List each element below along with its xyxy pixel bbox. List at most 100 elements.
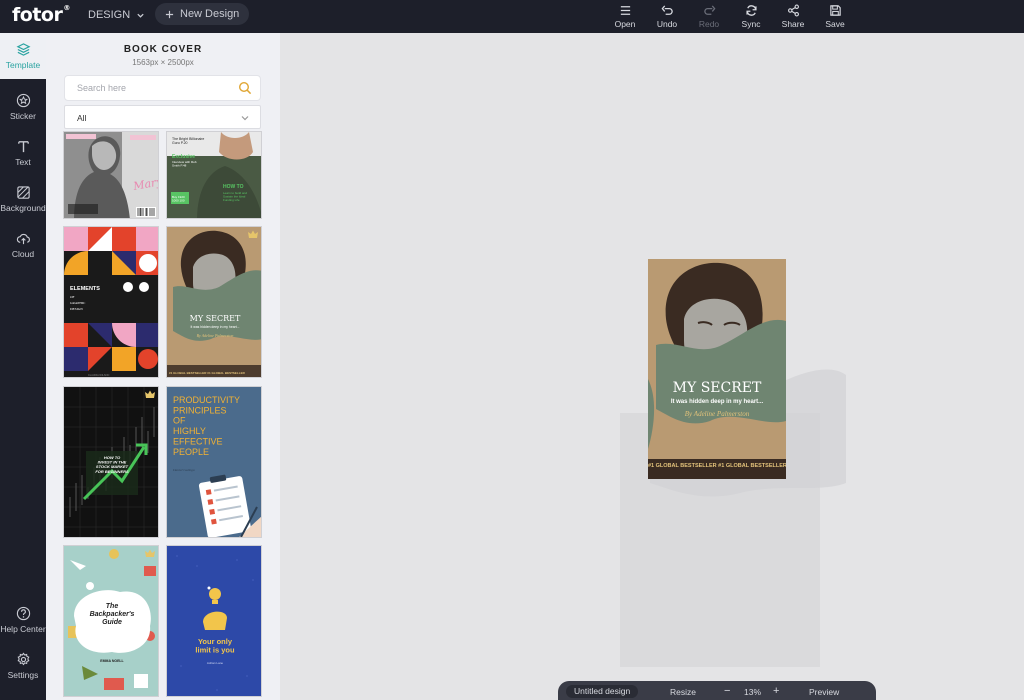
category-select-value: All <box>77 113 87 123</box>
rail-item-cloud[interactable]: Cloud <box>0 222 46 268</box>
premium-crown-icon <box>248 230 258 238</box>
rail-label-help-center: Help Center <box>0 624 46 634</box>
category-select[interactable]: All <box>64 105 261 129</box>
panel-title: BOOK COVER <box>123 44 203 55</box>
gear-icon <box>17 652 29 666</box>
design-menu[interactable]: DESIGN <box>88 9 145 21</box>
rail-label-background: Background <box>0 203 46 213</box>
rail-label-text: Text <box>15 157 31 167</box>
share-icon <box>787 4 799 17</box>
left-rail: Template Sticker Text Background Cloud H… <box>0 33 46 700</box>
template-3-art: ELEMENTS OF GRAPHIC DESIGN CLAUDIA WILSO… <box>64 227 158 377</box>
search-box <box>64 75 261 101</box>
template-3-title: ELEMENTS <box>70 286 100 292</box>
share-button[interactable]: Share <box>772 0 814 33</box>
design-menu-label: DESIGN <box>88 9 131 21</box>
premium-crown-icon <box>145 390 155 398</box>
rail-label-settings: Settings <box>7 670 39 680</box>
fotor-logo[interactable]: fotor® <box>12 4 70 26</box>
template-3-sub-1: OF <box>70 295 75 299</box>
rail-item-settings[interactable]: Settings <box>0 643 46 689</box>
sync-label: Sync <box>741 19 761 29</box>
template-8-art: Your only limit is you Adrian Lane <box>167 546 261 696</box>
template-2-badge: Buy 1920 1000 100 <box>172 195 185 202</box>
template-thumbnail-my-secret[interactable]: MY SECRET It was hidden deep in my heart… <box>166 226 262 378</box>
template-thumbnail-your-only-limit[interactable]: Your only limit is you Adrian Lane <box>166 545 262 697</box>
template-4-subtitle: It was hidden deep in my heart... <box>190 325 239 329</box>
menu-icon <box>620 6 630 15</box>
undo-button[interactable]: Undo <box>646 0 688 33</box>
open-button[interactable]: Open <box>604 0 646 33</box>
resize-button[interactable]: Resize <box>670 687 696 697</box>
template-5-art: HOW TO INVEST IN THE STOCK MARKET FOR BEGIN… <box>64 387 158 537</box>
save-icon <box>829 5 841 16</box>
rail-item-help-center[interactable]: Help Center <box>0 597 46 643</box>
zoom-level: 13% <box>744 687 762 697</box>
new-design-button[interactable]: New Design <box>155 3 250 25</box>
cloud-upload-icon <box>16 233 30 245</box>
zoom-out-button[interactable]: − <box>724 685 730 697</box>
open-label: Open <box>614 19 636 29</box>
template-thumbnail-stock-market[interactable]: HOW TO INVEST IN THE STOCK MARKET FOR BEGIN… <box>63 386 159 538</box>
template-thumbnail-productivity-principles[interactable]: PRODUCTIVITY PRINCIPLES OF HIGHLY EFFECTIVE P… <box>166 386 262 538</box>
undo-label: Undo <box>656 19 678 29</box>
chevron-down-icon <box>241 116 249 121</box>
search-input[interactable] <box>77 76 237 100</box>
bottom-bar: Untitled design Resize − 13% + Preview <box>558 681 876 700</box>
undo-icon <box>661 5 673 15</box>
premium-crown-icon <box>145 549 155 557</box>
toolbar-actions: Open Undo Redo Sync Share Save <box>604 0 856 33</box>
template-panel: BOOK COVER 1563px × 2500px All Mary Gree… <box>46 33 280 700</box>
share-label: Share <box>781 19 805 29</box>
search-icon[interactable] <box>238 81 252 95</box>
rail-item-text[interactable]: Text <box>0 130 46 176</box>
template-7-art: The Backpacker's Guide EMMA NOELL <box>64 546 158 696</box>
rail-item-background[interactable]: Background <box>0 176 46 222</box>
artboard-art <box>648 259 786 479</box>
template-8-author: Adrian Lane <box>207 661 224 665</box>
rail-label-cloud: Cloud <box>11 249 35 259</box>
artboard-banner[interactable]: #1 GLOBAL BESTSELLER #1 GLOBAL BESTSELLE… <box>648 463 786 469</box>
template-thumbnail-magazine[interactable]: The Bright Billionaire Guru P.20 Exclusiv… <box>166 131 262 219</box>
template-4-art: MY SECRET It was hidden deep in my heart… <box>167 227 261 377</box>
text-icon <box>17 141 29 153</box>
star-icon <box>16 93 30 108</box>
rail-item-template[interactable]: Template <box>0 33 46 79</box>
top-bar: fotor® DESIGN New Design Open Undo Redo … <box>0 0 1024 33</box>
zoom-in-button[interactable]: + <box>773 685 779 697</box>
new-design-label: New Design <box>180 8 240 20</box>
redo-icon <box>703 5 715 15</box>
artboard-subtitle[interactable]: It was hidden deep in my heart... <box>648 399 786 405</box>
template-thumbnail-elements-of-graphic-design[interactable]: ELEMENTS OF GRAPHIC DESIGN CLAUDIA WILSO… <box>63 226 159 378</box>
layers-icon <box>16 43 30 56</box>
template-4-author: By Adeline Palmerston <box>197 333 234 338</box>
template-6-author: Daniel Gallego <box>172 468 195 472</box>
artboard-author[interactable]: By Adeline Palmerston <box>648 410 786 418</box>
sync-icon <box>745 5 757 16</box>
chevron-down-icon <box>137 13 144 18</box>
template-3-sub-3: DESIGN <box>70 307 83 311</box>
template-2-howto: HOW TO <box>223 184 244 190</box>
template-4-title: MY SECRET <box>190 314 241 323</box>
template-2-art: The Bright Billionaire Guru P.20 Exclusiv… <box>167 132 261 218</box>
rail-label-sticker: Sticker <box>10 111 36 121</box>
template-6-art: PRODUCTIVITY PRINCIPLES OF HIGHLY EFFECTIVE P… <box>167 387 261 537</box>
background-icon <box>16 186 30 199</box>
preview-button[interactable]: Preview <box>809 687 839 697</box>
template-3-author: CLAUDIA WILSON <box>88 374 109 377</box>
help-icon <box>16 606 30 621</box>
canvas-area[interactable]: MY SECRET It was hidden deep in my heart… <box>280 33 1024 700</box>
template-8-title: Your only limit is you <box>195 637 235 655</box>
rail-label-template: Template <box>5 60 41 70</box>
template-thumbnail-backpackers-guide[interactable]: The Backpacker's Guide EMMA NOELL <box>63 545 159 697</box>
template-7-author: EMMA NOELL <box>100 659 124 663</box>
artboard[interactable]: MY SECRET It was hidden deep in my heart… <box>648 259 786 479</box>
template-1-art: Mary Green <box>64 132 158 218</box>
save-button[interactable]: Save <box>814 0 856 33</box>
artboard-title[interactable]: MY SECRET <box>648 380 786 396</box>
template-thumbnail-mary-green[interactable]: Mary Green <box>63 131 159 219</box>
design-name[interactable]: Untitled design <box>566 685 639 698</box>
redo-button[interactable]: Redo <box>688 0 730 33</box>
sync-button[interactable]: Sync <box>730 0 772 33</box>
rail-item-sticker[interactable]: Sticker <box>0 84 46 130</box>
